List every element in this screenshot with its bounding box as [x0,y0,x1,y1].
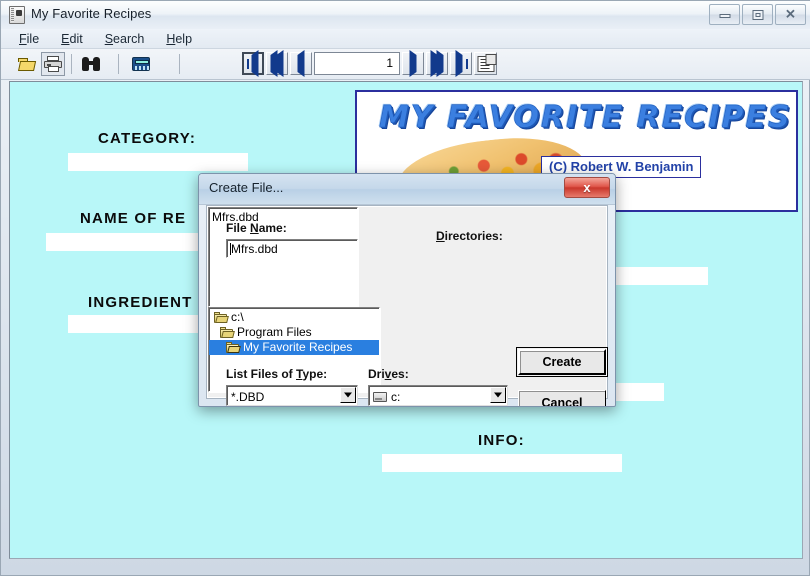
create-button[interactable]: Create [516,347,608,377]
find-button[interactable] [79,52,103,76]
title-bar: My Favorite Recipes ✕ [1,1,810,30]
dialog-title-bar: Create File... x [199,174,615,205]
menu-edit-rest: dit [69,31,83,46]
record-properties-button[interactable] [474,52,497,75]
directory-label: Program Files [237,325,312,339]
drive-icon [373,392,387,402]
application-window: My Favorite Recipes ✕ File Edit Search H… [0,0,810,576]
chevron-down-icon[interactable] [340,387,356,403]
label-drives: Drives: [368,367,409,381]
notebook-icon [9,6,25,24]
label-info: INFO: [478,432,525,449]
nav-last-button[interactable] [450,49,472,77]
directory-label: c:\ [231,310,244,324]
toolbar: 1 [1,49,810,80]
maximize-button[interactable] [742,4,773,25]
nav-next-button[interactable] [402,49,424,77]
chevron-down-icon[interactable] [490,387,506,403]
folder-open-icon [213,311,228,324]
open-folder-icon [18,57,37,71]
menu-item-help[interactable]: Help [156,31,202,47]
dialog-title: Create File... [209,180,284,195]
create-file-dialog: Create File... x File Name: Mfrs.dbd Mfr… [198,173,616,407]
label-category: CATEGORY: [98,130,197,147]
printer-icon [44,56,62,72]
menu-item-search[interactable]: Search [95,31,155,47]
folder-open-selected-icon [225,341,240,354]
menu-file-rest: ile [26,31,40,46]
field-right-upper[interactable] [610,267,708,285]
dialog-body: File Name: Mfrs.dbd Mfrs.dbd Directories… [207,206,608,406]
nav-first-button[interactable] [242,49,264,77]
report-icon [477,55,494,72]
nav-prev-button[interactable] [290,49,312,77]
menu-bar: File Edit Search Help [1,29,810,49]
prev-record-icon [297,49,305,77]
next-page-icon-b [436,49,444,77]
prev-page-icon-b [276,49,284,77]
drives-field: c: [368,385,508,406]
nav-next-page-button[interactable] [426,49,448,77]
menu-help-rest: elp [175,31,193,46]
dialog-close-button[interactable]: x [564,177,610,198]
keypad-icon [132,57,150,71]
field-category[interactable] [68,153,248,171]
toolbar-separator-2 [118,54,119,74]
file-type-value: *.DBD [226,385,358,406]
first-record-icon [251,49,259,77]
file-type-combo[interactable]: *.DBD [226,385,358,406]
file-list-item[interactable]: Mfrs.dbd [209,210,357,225]
field-right-lower[interactable] [610,383,664,401]
nav-prev-page-button[interactable] [266,49,288,77]
record-number-input[interactable]: 1 [314,52,400,75]
close-icon: x [583,179,591,195]
minimize-button[interactable] [709,4,740,25]
window-frame: My Favorite Recipes ✕ File Edit Search H… [0,0,810,576]
window-controls: ✕ [709,4,806,25]
drives-combo[interactable]: c: [368,385,508,406]
open-button[interactable] [15,52,39,76]
label-ingredients: INGREDIENT [88,294,193,311]
directory-item-root[interactable]: c:\ [209,310,379,325]
binoculars-icon [82,57,100,71]
toolbar-separator-3 [179,54,180,74]
label-list-files-of-type: List Files of Type: [226,367,328,381]
field-info[interactable] [382,454,622,472]
directory-item-program-files[interactable]: Program Files [209,325,379,340]
window-title: My Favorite Recipes [31,6,152,21]
directory-label: My Favorite Recipes [243,340,353,354]
print-button[interactable] [41,52,65,76]
menu-item-file[interactable]: File [9,31,49,47]
keypad-button[interactable] [129,52,153,76]
close-button[interactable]: ✕ [775,4,806,25]
label-name-of-recipe: NAME OF RE [80,210,187,227]
directory-item-my-favorite-recipes[interactable]: My Favorite Recipes [209,340,379,355]
file-name-value: Mfrs.dbd [231,242,278,256]
folder-open-icon [219,326,234,339]
file-name-input[interactable]: Mfrs.dbd [226,239,358,258]
next-record-icon [409,49,417,77]
menu-search-rest: earch [113,31,145,46]
label-directories: Directories: [436,229,503,243]
last-record-icon [455,49,463,77]
drives-value: c: [391,390,401,404]
banner-title: MY FAVORITE RECIPES [379,100,792,136]
toolbar-separator-1 [71,54,72,74]
menu-item-edit[interactable]: Edit [51,31,93,47]
cancel-button[interactable]: Cancel [518,390,606,406]
